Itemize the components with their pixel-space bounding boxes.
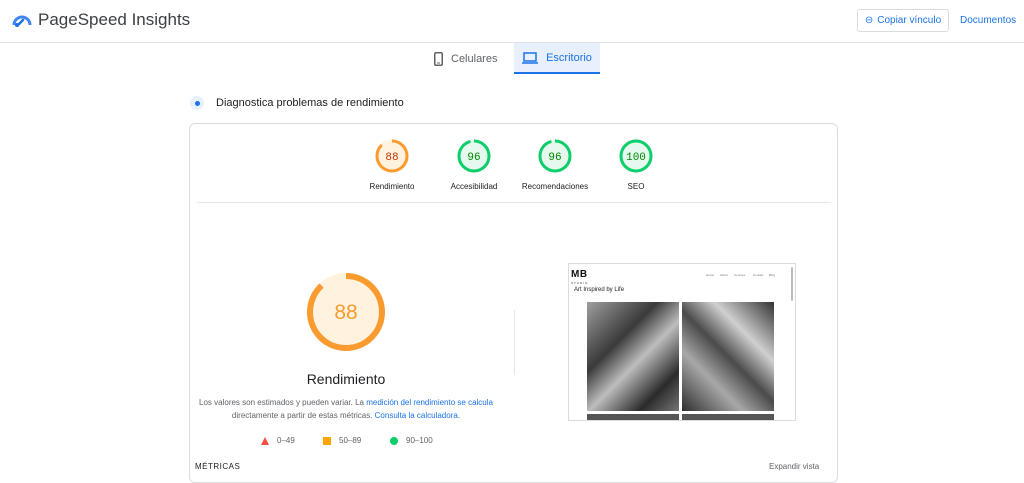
screenshot-nav-item: Courses [734,273,746,277]
expand-view-toggle[interactable]: Expandir vista [769,462,819,471]
score-gauge-seo[interactable]: 100 [616,138,656,174]
screenshot-image-left [587,302,679,411]
diagnostic-status-icon [190,96,204,110]
main-score-value: 88 [334,301,357,324]
circle-icon [390,436,398,445]
score-label: Rendimiento [369,182,415,191]
screenshot-image-right [682,302,774,411]
performance-main-gauge: 88 [305,271,387,353]
screenshot-logo: MB [571,269,588,280]
score-value: 96 [548,152,561,164]
laptop-icon [522,51,539,64]
screenshot-image-left-2 [587,414,679,420]
calculator-link[interactable]: Consulta la calculadora [375,411,458,420]
score-value: 100 [626,152,646,164]
diagnostic-title: Diagnostica problemas de rendimiento [216,97,404,109]
copy-link-button[interactable]: ⊖ Copiar vínculo [857,9,949,32]
tab-desktop-label: Escritorio [546,51,592,64]
score-gauge-accesibilidad[interactable]: 96 [454,138,494,174]
metrics-heading: MÉTRICAS [195,462,241,471]
vertical-divider [514,310,515,375]
tab-mobile-label: Celulares [451,52,498,65]
pagespeed-logo-icon [12,15,32,27]
screenshot-scrollbar [791,267,793,301]
measurement-link[interactable]: medición del rendimiento se calcula [366,398,493,407]
docs-link[interactable]: Documentos [960,15,1016,26]
app-title: PageSpeed Insights [38,10,191,29]
legend-fail: 0–49 [261,436,295,445]
screenshot-nav-item: Home [706,273,715,277]
link-icon: ⊖ [864,15,874,26]
legend-average: 50–89 [323,436,361,445]
tab-mobile[interactable]: Celulares [434,43,512,74]
score-value: 96 [467,152,480,164]
app-logo[interactable]: PageSpeed Insights [12,10,190,30]
screenshot-image-right-2 [682,414,774,420]
screenshot-nav-item: About [720,273,728,277]
page-screenshot: MB STUDIO Home About Courses Contact Blo… [568,263,796,421]
score-label: Accesibilidad [450,182,498,191]
section-divider [197,202,831,203]
top-bar: PageSpeed Insights ⊖ Copiar vínculo Docu… [0,0,1024,43]
copy-link-label: Copiar vínculo [877,15,942,26]
score-description: Los valores son estimados y pueden varia… [199,398,493,420]
screenshot-heading: Art Inspired by Life [574,287,625,293]
score-label: Recomendaciones [521,182,589,191]
score-value: 88 [385,152,398,164]
score-gauge-rendimiento[interactable]: 88 [372,138,412,174]
smartphone-icon [434,51,443,66]
main-score-title: Rendimiento [306,371,386,387]
tab-desktop[interactable]: Escritorio [514,43,600,74]
screenshot-nav-item: Contact [753,273,764,277]
score-gauge-recomendaciones[interactable]: 96 [535,138,575,174]
legend-pass: 90–100 [390,436,433,445]
square-icon [323,436,331,445]
diagnostic-heading: Diagnostica problemas de rendimiento [190,96,404,110]
score-label: SEO [627,182,645,191]
screenshot-logo-sub: STUDIO [571,281,589,285]
screenshot-nav-item: Blog [769,273,776,277]
triangle-icon [261,436,269,445]
